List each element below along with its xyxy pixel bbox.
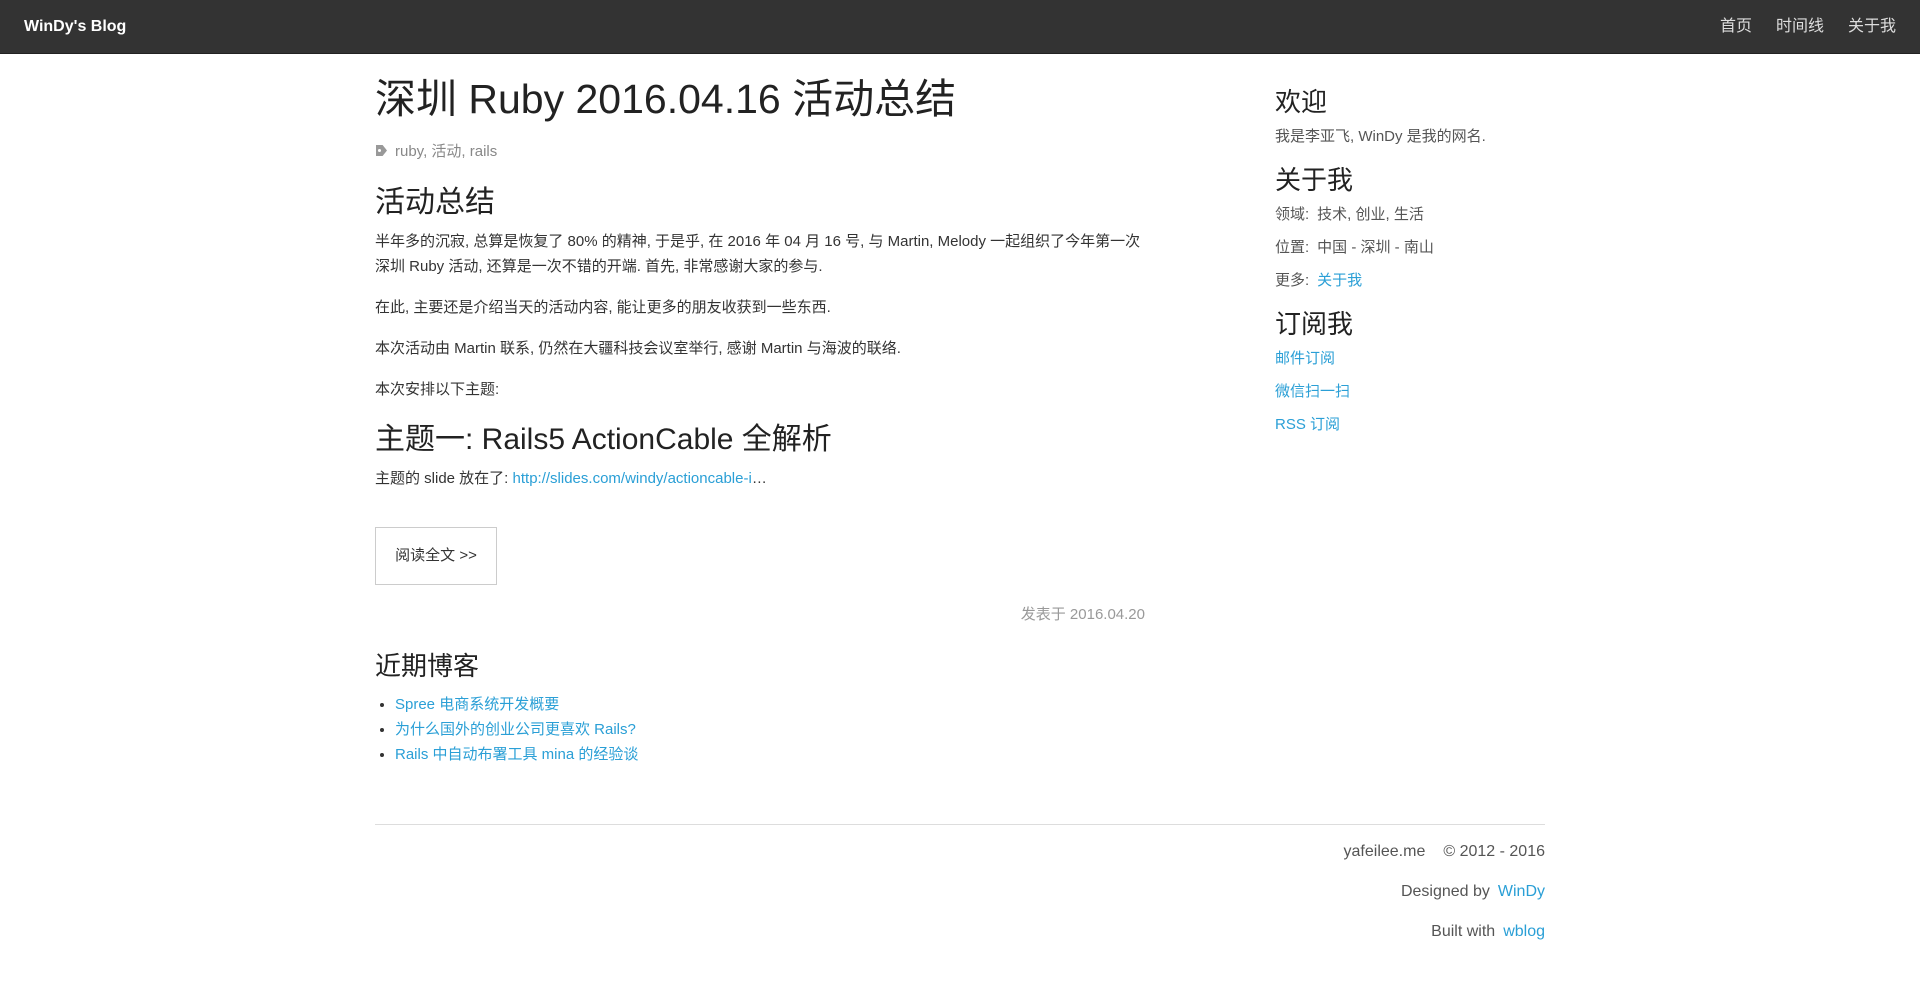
more-label: 更多: bbox=[1275, 272, 1310, 289]
subscribe-item: 邮件订阅 bbox=[1275, 348, 1545, 370]
field-label: 领域: bbox=[1275, 206, 1310, 223]
location-value: 中国 - 深圳 - 南山 bbox=[1317, 239, 1434, 256]
slide-link[interactable]: http://slides.com/windy/actioncable-i bbox=[513, 470, 752, 487]
welcome-title: 欢迎 bbox=[1275, 87, 1328, 117]
slide-prefix: 主题的 slide 放在了: bbox=[375, 470, 513, 487]
subscribe-title: 订阅我 bbox=[1275, 309, 1354, 339]
brand-link[interactable]: WinDy's Blog bbox=[24, 0, 126, 54]
section-title-topic: 主题一: Rails5 ActionCable 全解析 bbox=[375, 423, 832, 456]
footer-designed-row: Designed by WinDy bbox=[375, 880, 1545, 904]
footer-built-row: Built with wblog bbox=[375, 920, 1545, 944]
list-item: Rails 中自动布署工具 mina 的经验谈 bbox=[395, 742, 1145, 767]
recent-post-link[interactable]: Rails 中自动布署工具 mina 的经验谈 bbox=[395, 746, 638, 763]
footer-copyright: © 2012 - 2016 bbox=[1443, 843, 1545, 860]
designer-link[interactable]: WinDy bbox=[1498, 883, 1545, 900]
footer-divider bbox=[375, 824, 1545, 825]
post-paragraph: 在此, 主要还是介绍当天的活动内容, 能让更多的朋友收获到一些东西. bbox=[375, 299, 831, 316]
list-item: Spree 电商系统开发概要 bbox=[395, 692, 1145, 717]
location-label: 位置: bbox=[1275, 239, 1310, 256]
field-value: 技术, 创业, 生活 bbox=[1317, 206, 1424, 223]
rss-subscribe-link[interactable]: RSS 订阅 bbox=[1275, 416, 1340, 433]
built-with-label: Built with bbox=[1431, 923, 1496, 940]
recent-posts-title: 近期博客 bbox=[375, 651, 480, 681]
section-title-summary: 活动总结 bbox=[375, 186, 495, 219]
about-title: 关于我 bbox=[1275, 165, 1354, 195]
post-title: 深圳 Ruby 2016.04.16 活动总结 bbox=[375, 76, 957, 122]
main-content: 深圳 Ruby 2016.04.16 活动总结 ruby, 活动, rails … bbox=[375, 54, 1145, 767]
about-location: 位置: 中国 - 深圳 - 南山 bbox=[1275, 237, 1545, 259]
recent-posts-list: Spree 电商系统开发概要 为什么国外的创业公司更喜欢 Rails? Rail… bbox=[395, 692, 1145, 767]
read-more-button[interactable]: 阅读全文 >> bbox=[375, 527, 497, 585]
nav-home[interactable]: 首页 bbox=[1720, 0, 1752, 54]
subscribe-item: RSS 订阅 bbox=[1275, 414, 1545, 436]
footer: yafeilee.me © 2012 - 2016 Designed by WinD… bbox=[375, 840, 1545, 960]
tag-icon bbox=[376, 145, 387, 156]
post-tags: ruby, 活动, rails bbox=[375, 140, 1145, 161]
designed-by-label: Designed by bbox=[1400, 883, 1490, 900]
sidebar: 欢迎 我是李亚飞, WinDy 是我的网名. 关于我 领域: 技术, 创业, 生活… bbox=[1275, 54, 1545, 436]
post-paragraph: 半年多的沉寂, 总算是恢复了 80% 的精神, 于是乎, 在 2016 年 04… bbox=[375, 233, 1141, 275]
top-navbar: WinDy's Blog 首页 时间线 关于我 bbox=[0, 0, 1920, 54]
tags-text: ruby, 活动, rails bbox=[395, 143, 498, 160]
footer-site: yafeilee.me bbox=[1343, 843, 1426, 860]
slide-ellipsis: … bbox=[751, 470, 767, 487]
about-me-link[interactable]: 关于我 bbox=[1317, 272, 1362, 289]
wechat-subscribe-link[interactable]: 微信扫一扫 bbox=[1275, 383, 1350, 400]
nav-about[interactable]: 关于我 bbox=[1848, 0, 1896, 54]
published-date: 发表于 2016.04.20 bbox=[1020, 606, 1145, 623]
list-item: 为什么国外的创业公司更喜欢 Rails? bbox=[395, 717, 1145, 742]
recent-post-link[interactable]: Spree 电商系统开发概要 bbox=[395, 696, 559, 713]
about-more: 更多: 关于我 bbox=[1275, 270, 1545, 292]
subscribe-item: 微信扫一扫 bbox=[1275, 381, 1545, 403]
post-paragraph: 本次活动由 Martin 联系, 仍然在大疆科技会议室举行, 感谢 Martin… bbox=[375, 340, 901, 357]
footer-copyright-row: yafeilee.me © 2012 - 2016 bbox=[375, 840, 1545, 864]
nav-timeline[interactable]: 时间线 bbox=[1776, 0, 1824, 54]
nav-links: 首页 时间线 关于我 bbox=[1702, 0, 1920, 54]
recent-post-link[interactable]: 为什么国外的创业公司更喜欢 Rails? bbox=[395, 721, 636, 738]
engine-link[interactable]: wblog bbox=[1503, 923, 1545, 940]
post-paragraph: 本次安排以下主题: bbox=[375, 381, 500, 398]
welcome-text: 我是李亚飞, WinDy 是我的网名. bbox=[1275, 128, 1486, 145]
email-subscribe-link[interactable]: 邮件订阅 bbox=[1275, 350, 1335, 367]
about-field: 领域: 技术, 创业, 生活 bbox=[1275, 204, 1545, 226]
slide-line: 主题的 slide 放在了: http://slides.com/windy/a… bbox=[375, 466, 1145, 491]
